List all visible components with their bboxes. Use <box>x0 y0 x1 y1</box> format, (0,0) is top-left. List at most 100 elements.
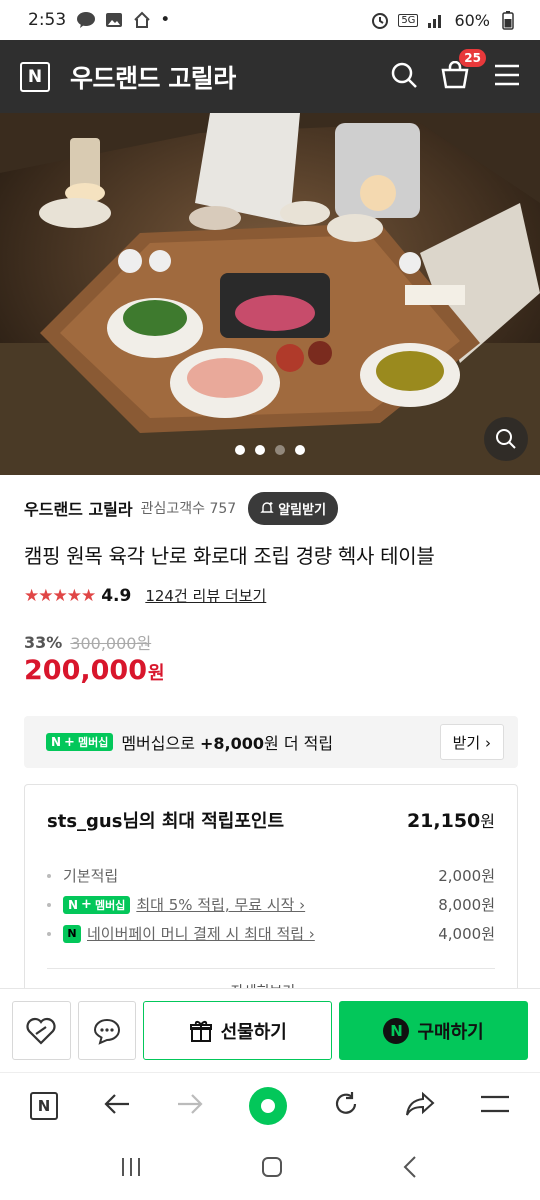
status-bar: 2:53 • 5G 60% <box>0 0 540 40</box>
naver-green-dot-button[interactable] <box>249 1086 287 1125</box>
alarm-icon <box>370 11 390 29</box>
discount-row: 33% 300,000원 <box>24 630 151 654</box>
badge-plus: + <box>64 734 75 750</box>
membership-text-suffix: 원 더 적립 <box>264 734 334 753</box>
talk-inquiry-button[interactable] <box>77 1001 137 1060</box>
bullet <box>47 931 51 936</box>
points-row-amount: 4,000원 <box>438 925 495 943</box>
image-zoom-button[interactable] <box>484 417 528 461</box>
carousel-dot-active[interactable] <box>275 445 285 455</box>
sale-price-value: 200,000 <box>24 655 147 686</box>
back-icon[interactable] <box>401 1155 421 1183</box>
battery-icon <box>498 11 518 30</box>
product-photo <box>0 113 540 475</box>
points-total-unit: 원 <box>480 812 495 831</box>
talk-notification-icon <box>76 11 96 29</box>
membership-banner: N + 멤버십 멤버십으로 +8,000원 더 적립 받기 › <box>24 716 518 768</box>
badge-label: 멤버십 <box>94 898 126 912</box>
store-title[interactable]: 우드랜드 고릴라 <box>70 59 236 95</box>
naver-home-button[interactable]: N <box>30 1091 58 1120</box>
signal-icon <box>426 11 446 29</box>
refresh-icon[interactable] <box>332 1090 360 1122</box>
sale-price-currency: 원 <box>147 663 165 684</box>
home-notification-icon <box>132 11 152 29</box>
badge-n: N <box>51 735 62 749</box>
gift-icon <box>189 1020 212 1042</box>
naver-plus-membership-badge: N + 멤버십 <box>63 895 131 914</box>
bullet <box>47 873 51 878</box>
carousel-dot[interactable] <box>295 445 305 455</box>
carousel-indicator <box>0 445 540 455</box>
carousel-dot[interactable] <box>255 445 265 455</box>
membership-amount: +8,000 <box>200 734 265 753</box>
points-row-membership[interactable]: N + 멤버십 최대 5% 적립, 무료 시작 › 8,000원 <box>47 890 495 919</box>
store-name-link[interactable]: 우드랜드 고릴라 <box>24 496 133 520</box>
product-title: 캠핑 원목 육각 난로 화로대 조립 경량 헥사 테이블 <box>24 544 435 568</box>
store-header: N 우드랜드 고릴라 25 <box>0 40 540 113</box>
points-total-value: 21,150 <box>406 810 481 832</box>
gallery-notification-icon <box>104 11 124 29</box>
recent-apps-icon[interactable] <box>119 1156 143 1182</box>
follower-count: 관심고객수 757 <box>140 501 237 517</box>
cart-count-badge: 25 <box>459 48 486 67</box>
points-title: sts_gus님의 최대 적립포인트 <box>47 811 285 832</box>
forward-arrow-icon[interactable] <box>176 1092 204 1120</box>
badge-n: N <box>68 897 79 912</box>
naver-pay-n-icon: N <box>383 1017 410 1044</box>
rating-value: 4.9 <box>101 585 132 606</box>
bullet <box>47 902 51 907</box>
buy-button[interactable]: N 구매하기 <box>339 1001 529 1060</box>
status-time: 2:53 <box>28 10 67 30</box>
purchase-action-bar: 선물하기 N 구매하기 <box>0 988 540 1072</box>
browser-toolbar: N <box>0 1072 540 1138</box>
points-card: sts_gus님의 최대 적립포인트 21,150원 기본적립 2,000원 N… <box>24 784 518 1014</box>
alarm-subscribe-button[interactable]: 알림받기 <box>248 491 339 525</box>
cart-button[interactable]: 25 <box>440 48 486 93</box>
discount-rate: 33% <box>24 632 63 652</box>
battery-percent: 60% <box>454 10 490 30</box>
points-row-amount: 8,000원 <box>438 896 495 914</box>
rating-stars: ★★★★★ <box>24 585 96 606</box>
product-image-carousel[interactable] <box>0 113 540 475</box>
zoom-icon <box>496 429 516 449</box>
membership-text: 멤버십으로 +8,000원 더 적립 <box>121 730 333 754</box>
naver-pay-icon: N <box>63 924 81 943</box>
home-icon[interactable] <box>260 1155 284 1183</box>
buy-label: 구매하기 <box>417 1021 484 1043</box>
points-total: 21,150원 <box>407 808 495 832</box>
points-row-amount: 2,000원 <box>438 867 495 885</box>
badge-label: 멤버십 <box>77 736 109 749</box>
more-notifications-dot: • <box>160 10 171 30</box>
rating-row: ★★★★★ 4.9 124건 리뷰 더보기 <box>24 585 266 606</box>
alarm-label: 알림받기 <box>278 502 327 518</box>
membership-receive-button[interactable]: 받기 › <box>439 724 504 760</box>
store-info-row: 우드랜드 고릴라 관심고객수 757 알림받기 <box>24 490 516 526</box>
points-row-label: 기본적립 <box>63 867 119 885</box>
bell-icon <box>260 502 274 513</box>
wishlist-button[interactable] <box>12 1001 71 1060</box>
gift-button[interactable]: 선물하기 <box>143 1001 333 1060</box>
share-icon[interactable] <box>405 1091 435 1121</box>
points-breakdown-list: 기본적립 2,000원 N + 멤버십 최대 5% 적립, 무료 시작 › 8,… <box>47 861 495 948</box>
carousel-dot[interactable] <box>235 445 245 455</box>
browser-menu-icon[interactable] <box>480 1093 510 1119</box>
original-price: 300,000원 <box>70 634 152 653</box>
gift-label: 선물하기 <box>220 1021 287 1043</box>
npay-money-link[interactable]: 네이버페이 머니 결제 시 최대 적립 › <box>87 923 315 944</box>
menu-icon[interactable] <box>494 64 520 90</box>
back-arrow-icon[interactable] <box>103 1092 131 1120</box>
chat-icon <box>93 1018 120 1045</box>
badge-plus: + <box>81 897 92 912</box>
naver-plus-membership-badge: N + 멤버십 <box>46 733 114 751</box>
review-more-link[interactable]: 124건 리뷰 더보기 <box>145 585 266 606</box>
naver-logo-button[interactable]: N <box>20 61 50 92</box>
network-type-label: 5G <box>398 13 419 27</box>
green-dot-center <box>261 1098 275 1113</box>
sale-price: 200,000 원 <box>24 655 165 686</box>
heart-icon <box>26 1017 56 1045</box>
points-row-npay[interactable]: N 네이버페이 머니 결제 시 최대 적립 › 4,000원 <box>47 919 495 948</box>
membership-start-link[interactable]: 최대 5% 적립, 무료 시작 › <box>136 894 305 915</box>
android-navigation-bar <box>0 1138 540 1200</box>
search-icon[interactable] <box>390 61 418 93</box>
points-row-basic: 기본적립 2,000원 <box>47 861 495 890</box>
